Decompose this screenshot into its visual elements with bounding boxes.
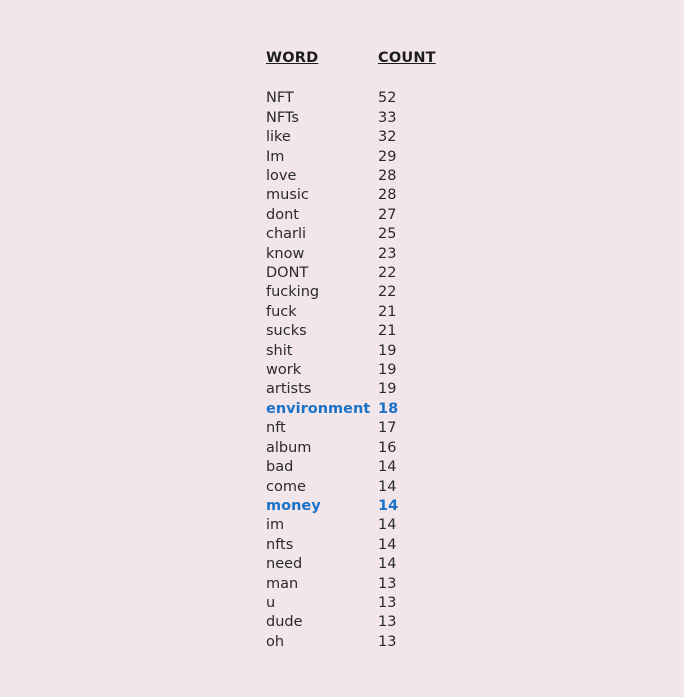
cell-count: 52 [378, 90, 397, 107]
column-header-word: WORD [266, 50, 319, 66]
cell-word: Im [266, 148, 285, 165]
cell-count: 14 [378, 478, 397, 495]
cell-count: 14 [378, 517, 397, 534]
cell-word: come [266, 478, 306, 495]
cell-word: like [266, 129, 291, 146]
table-row: nfts 14 [266, 536, 448, 555]
cell-word: fuck [266, 303, 297, 320]
table-row: oh 13 [266, 633, 448, 652]
page-root: WORD COUNT NFT 52 NFTs 33 like 32 Im 29 … [0, 0, 684, 697]
cell-word: dude [266, 614, 303, 631]
cell-count: 21 [378, 323, 397, 340]
cell-count: 19 [378, 381, 397, 398]
column-header-count: COUNT [378, 50, 436, 66]
cell-word: im [266, 517, 285, 534]
table-row-highlighted: money 14 [266, 497, 448, 516]
table-row: fucking 22 [266, 283, 448, 302]
cell-word: sucks [266, 323, 307, 340]
table-row: DONT 22 [266, 264, 448, 283]
header-body-spacer [266, 70, 448, 89]
table-row: sucks 21 [266, 322, 448, 341]
cell-count: 13 [378, 594, 397, 611]
cell-count: 14 [378, 556, 397, 573]
cell-count: 28 [378, 168, 397, 185]
table-header: WORD COUNT [266, 48, 448, 70]
cell-count: 32 [378, 129, 397, 146]
table-row: nft 17 [266, 419, 448, 438]
table-row: u 13 [266, 594, 448, 613]
table-row: artists 19 [266, 380, 448, 399]
cell-word: dont [266, 206, 299, 223]
table-row: im 14 [266, 516, 448, 535]
table-row: love 28 [266, 167, 448, 186]
table-row-highlighted: environment 18 [266, 400, 448, 419]
cell-count: 22 [378, 265, 397, 282]
table-row: NFT 52 [266, 89, 448, 108]
table-row: music 28 [266, 186, 448, 205]
word-count-table-container: WORD COUNT NFT 52 NFTs 33 like 32 Im 29 … [266, 48, 466, 652]
table-row: album 16 [266, 439, 448, 458]
cell-word: shit [266, 342, 293, 359]
table-row: charli 25 [266, 225, 448, 244]
cell-count: 19 [378, 362, 397, 379]
cell-word: man [266, 575, 299, 592]
cell-count: 23 [378, 245, 397, 262]
cell-count: 13 [378, 633, 397, 650]
table-row: man 13 [266, 575, 448, 594]
cell-count: 16 [378, 439, 397, 456]
cell-count: 14 [378, 497, 399, 514]
cell-word: need [266, 556, 303, 573]
table-row: know 23 [266, 245, 448, 264]
cell-word: bad [266, 459, 294, 476]
cell-word: love [266, 168, 297, 185]
cell-count: 33 [378, 109, 397, 126]
cell-word: charli [266, 226, 307, 243]
table-row: fuck 21 [266, 303, 448, 322]
cell-count: 22 [378, 284, 397, 301]
cell-word: u [266, 594, 276, 611]
cell-word: nft [266, 420, 286, 437]
cell-word: artists [266, 381, 312, 398]
cell-count: 13 [378, 575, 397, 592]
spacer-cell-word [266, 70, 378, 89]
table-row: like 32 [266, 128, 448, 147]
cell-count: 14 [378, 459, 397, 476]
cell-count: 17 [378, 420, 397, 437]
word-count-table: WORD COUNT NFT 52 NFTs 33 like 32 Im 29 … [266, 48, 448, 652]
table-row: dont 27 [266, 206, 448, 225]
cell-count: 27 [378, 206, 397, 223]
cell-word: work [266, 362, 302, 379]
cell-count: 28 [378, 187, 397, 204]
table-header-row: WORD COUNT [266, 48, 448, 70]
cell-word: oh [266, 633, 285, 650]
table-row: come 14 [266, 478, 448, 497]
table-row: NFTs 33 [266, 109, 448, 128]
table-row: Im 29 [266, 148, 448, 167]
cell-word: album [266, 439, 312, 456]
cell-word: DONT [266, 265, 309, 282]
cell-word: fucking [266, 284, 320, 301]
table-row: dude 13 [266, 613, 448, 632]
table-row: need 14 [266, 555, 448, 574]
table-row: shit 19 [266, 342, 448, 361]
cell-word: know [266, 245, 305, 262]
cell-word: NFT [266, 90, 294, 107]
spacer-cell-count [378, 70, 448, 89]
cell-word: music [266, 187, 309, 204]
cell-count: 21 [378, 303, 397, 320]
cell-word: environment [266, 400, 371, 417]
table-row: work 19 [266, 361, 448, 380]
cell-word: money [266, 497, 321, 514]
cell-word: nfts [266, 536, 294, 553]
cell-count: 18 [378, 400, 399, 417]
cell-count: 14 [378, 536, 397, 553]
cell-count: 29 [378, 148, 397, 165]
table-body: NFT 52 NFTs 33 like 32 Im 29 love 28 mus… [266, 70, 448, 652]
table-row: bad 14 [266, 458, 448, 477]
cell-count: 19 [378, 342, 397, 359]
cell-word: NFTs [266, 109, 299, 126]
cell-count: 13 [378, 614, 397, 631]
cell-count: 25 [378, 226, 397, 243]
